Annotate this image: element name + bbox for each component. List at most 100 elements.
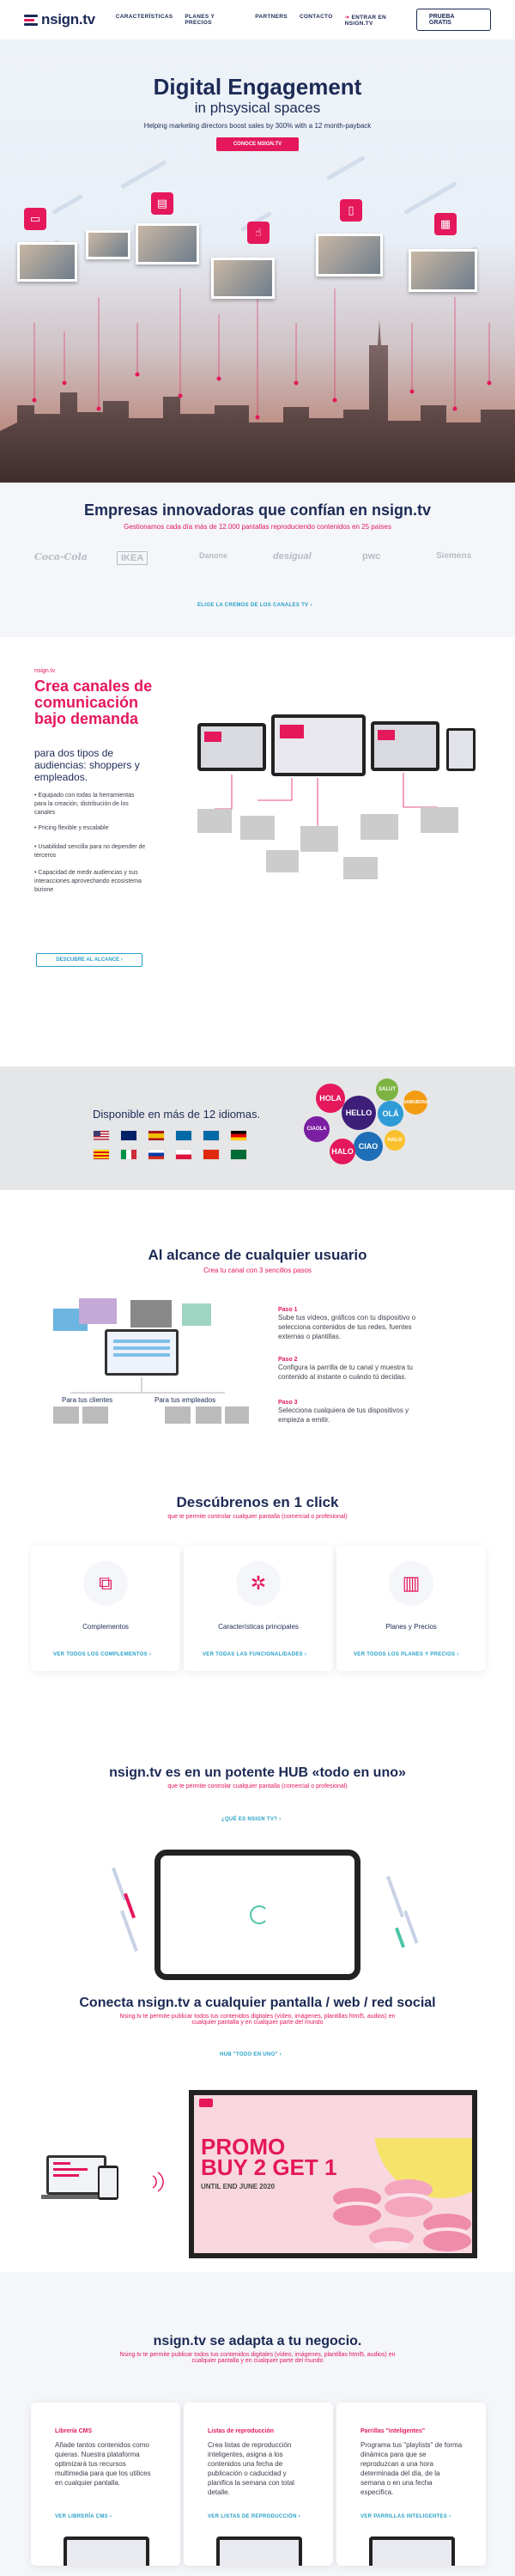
monitor-icon: ▤	[151, 192, 173, 215]
card-planes[interactable]: ▥ Planes y Precios VER TODOS LOS PLANES …	[336, 1546, 486, 1671]
channels-cta-button[interactable]: DESCUBRE AL ALCANCE ›	[36, 953, 142, 967]
macarons-image	[333, 2138, 472, 2251]
users-title: Al alcance de cualquier usuario	[148, 1247, 367, 1263]
users-subtitle: Crea tu canal con 3 sencillos pasos	[203, 1267, 312, 1274]
screen-thumb	[17, 242, 77, 282]
nsign-logo[interactable]: nsign.tv	[24, 11, 95, 28]
screen-thumb	[409, 249, 477, 292]
nav-contacto[interactable]: CONTACTO	[300, 14, 333, 27]
flag-usa-icon	[93, 1130, 110, 1141]
lang-bubble: HALO	[330, 1139, 355, 1164]
network-icon: ✲	[236, 1561, 281, 1606]
promo-screen: PROMO BUY 2 GET 1 UNTIL END JUNE 2020	[189, 2090, 477, 2258]
languages-section: Disponible en más de 12 idiomas. HOLA HE…	[0, 1066, 515, 1190]
card-link[interactable]: VER LISTAS DE REPRODUCCIÓN ›	[208, 2514, 300, 2519]
step-title: Paso 3	[278, 1400, 298, 1406]
card-link[interactable]: VER PARRILLAS INTELIGENTES ›	[360, 2514, 451, 2519]
hub-title: nsign.tv es en un potente HUB «todo en u…	[109, 1765, 406, 1780]
card-link-label: VER LIBRERÍA CMS	[55, 2514, 108, 2519]
card-cms[interactable]: Librería CMS Añade tantos contenidos com…	[31, 2403, 180, 2566]
brands-title: Empresas innovadoras que confían en nsig…	[83, 501, 432, 519]
nav-planes[interactable]: PLANES Y PRECIOS	[185, 14, 243, 27]
brands-subtitle: Gestionamos cada día más de 12.000 panta…	[124, 523, 391, 531]
clients-label: Para tus clientes	[62, 1396, 113, 1404]
card-title: Complementos	[82, 1623, 129, 1631]
brands-section: Empresas innovadoras que confían en nsig…	[0, 483, 515, 637]
step-3: Paso 3 Selecciona cualquiera de tus dispo…	[278, 1400, 424, 1425]
channels-bullet: • Capacidad de medir audiencias y sus in…	[34, 870, 142, 893]
connect-link[interactable]: HUB "TODO EN UNO" ›	[220, 2052, 282, 2057]
step-2: Paso 2 Configura la parrilla de tu canal …	[278, 1357, 424, 1382]
flag-germany-icon	[230, 1130, 247, 1141]
brands-link-label: ELIGE LA CREMOS DE LOS CANALES TV	[197, 603, 309, 608]
card-playlists[interactable]: Listas de reproducción Crea listas de re…	[184, 2403, 333, 2566]
step-1: Paso 1 Sube tus vídeos, gráficos con tu d…	[278, 1307, 424, 1341]
grid-screen-thumb	[369, 2537, 455, 2566]
channels-lead: para dos tipos de audiencias: shoppers y…	[34, 747, 140, 783]
steps-illustration	[53, 1298, 249, 1424]
playlist-screen-thumb	[216, 2537, 302, 2566]
hub-link-label: ¿QUÉ ES NSIGN TV?	[221, 1817, 278, 1822]
step-title: Paso 1	[278, 1307, 298, 1313]
flag-sweden-icon	[203, 1130, 220, 1141]
card-text: Programa tus "playlists" de forma dinámi…	[360, 2441, 463, 2496]
adapt-subtitle: Nsing.tv te permite publicar todos tus c…	[119, 2352, 396, 2364]
step-desc: Selecciona cualquiera de tus dispositivo…	[278, 1406, 409, 1424]
bullet-text: Usabilidad sencilla para no depender de …	[34, 844, 146, 859]
flag-uk-icon	[120, 1130, 137, 1141]
hero: Digital Engagement in phsysical spaces H…	[0, 39, 515, 483]
pricing-icon: ▥	[389, 1561, 433, 1606]
card-link[interactable]: VER TODOS LOS COMPLEMENTOS ›	[53, 1652, 151, 1657]
brand-logo-ikea: IKEA	[117, 551, 148, 565]
puzzle-icon: ⧉	[83, 1561, 128, 1606]
flag-italy-icon	[120, 1149, 137, 1160]
nav-login[interactable]: ➜ ENTRAR EN NSIGN.TV	[345, 14, 416, 27]
tablet-mockup	[154, 1850, 360, 1980]
lang-bubble: SAWUBONA	[403, 1091, 429, 1115]
channels-title: Crea canales de comunicación bajo demand…	[34, 677, 153, 727]
step-title: Paso 2	[278, 1357, 298, 1363]
lang-bubble: CIAO	[354, 1132, 383, 1161]
nav-partners[interactable]: PARTNERS	[255, 14, 288, 27]
card-link[interactable]: VER TODOS LOS PLANES Y PRECIOS ›	[354, 1652, 459, 1657]
card-grids[interactable]: Parrillas "inteligentes" Programa tus "p…	[336, 2403, 486, 2566]
card-text: Crea listas de reproducción inteligentes…	[208, 2441, 294, 2496]
screen-thumb	[86, 230, 130, 259]
card-title: Listas de reproducción	[208, 2428, 275, 2434]
channels-section: nsign.tv Crea canales de comunicación ba…	[0, 637, 515, 1066]
channels-bullet: • Equipado con todas la herramientas par…	[34, 793, 135, 816]
tablet-icon: ▯	[340, 199, 362, 222]
card-link[interactable]: VER TODAS LAS FUNCIONALIDADES ›	[203, 1652, 306, 1657]
screen-icon: ▭	[24, 208, 46, 230]
channels-eyebrow: nsign.tv	[34, 668, 56, 674]
connect-link-label: HUB "TODO EN UNO"	[220, 2052, 278, 2057]
connect-title: Conecta nsign.tv a cualquier pantalla / …	[79, 1996, 436, 2010]
brands-link[interactable]: ELIGE LA CREMOS DE LOS CANALES TV ›	[197, 603, 312, 608]
card-link-label: VER PARRILLAS INTELIGENTES	[360, 2514, 448, 2519]
brand-logo-desigual: desigual	[273, 551, 312, 562]
trial-button[interactable]: PRUEBA GRATIS	[415, 9, 491, 31]
card-caracteristicas[interactable]: ✲ Características principales VER TODAS …	[184, 1546, 333, 1671]
bullet-text: Pricing flexible y escalable	[38, 825, 109, 831]
flag-catalonia-icon	[93, 1149, 110, 1160]
card-complementos[interactable]: ⧉ Complementos VER TODOS LOS COMPLEMENTO…	[31, 1546, 180, 1671]
step-desc: Sube tus vídeos, gráficos con tu disposi…	[278, 1314, 416, 1340]
arrow-right-icon: ›	[310, 603, 312, 608]
logo-icon	[24, 14, 38, 26]
discover-title: Descúbrenos en 1 click	[176, 1494, 339, 1510]
lang-bubble: HOLA	[316, 1084, 345, 1113]
flag-sweden-icon	[175, 1130, 192, 1141]
promo-logo-icon	[199, 2099, 213, 2107]
cms-screen-thumb	[64, 2537, 149, 2566]
nav-caracteristicas[interactable]: CARACTERÍSTICAS	[116, 14, 173, 27]
card-link[interactable]: VER LIBRERÍA CMS ›	[55, 2514, 112, 2519]
lang-bubble: OLÁ	[378, 1101, 403, 1127]
devices-illustration	[197, 714, 476, 879]
card-title: Parrillas "inteligentes"	[360, 2428, 426, 2434]
employees-label: Para tus empleados	[154, 1396, 216, 1404]
screen-thumb	[316, 234, 383, 276]
arrow-right-icon: ›	[120, 957, 123, 963]
flag-china-icon	[203, 1149, 220, 1160]
hub-link[interactable]: ¿QUÉ ES NSIGN TV? ›	[221, 1817, 281, 1822]
channels-bullet: • Usabilidad sencilla para no depender d…	[34, 844, 146, 859]
